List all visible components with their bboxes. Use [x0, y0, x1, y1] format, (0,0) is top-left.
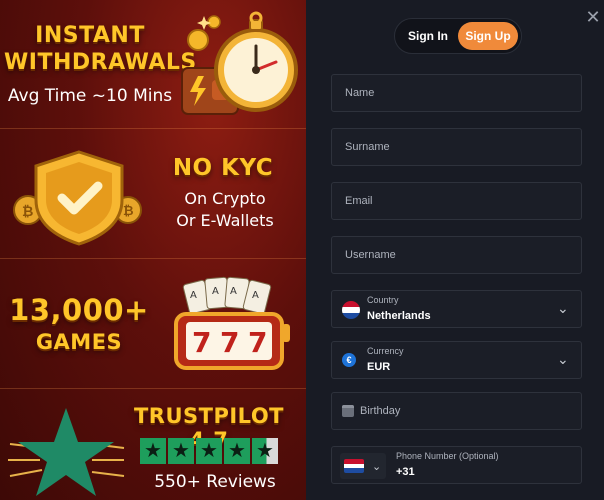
- name-input[interactable]: Name: [331, 74, 582, 112]
- euro-icon: €: [342, 353, 356, 367]
- svg-text:A: A: [230, 286, 237, 297]
- games-count: 13,000+: [9, 293, 149, 327]
- promo-divider: [0, 128, 306, 129]
- no-kyc-subtitle-line-2: Or E-Wallets: [176, 211, 274, 230]
- star-icon: ★: [196, 438, 222, 464]
- phone-prefix-value: +31: [396, 466, 415, 478]
- username-input[interactable]: Username: [331, 236, 582, 274]
- star-icon: ★: [168, 438, 194, 464]
- chevron-down-icon: ⌄: [372, 460, 382, 473]
- star-icon: ★: [224, 438, 250, 464]
- chevron-down-icon: ⌄: [557, 300, 569, 316]
- svg-text:₿: ₿: [22, 204, 33, 220]
- country-value: Netherlands: [367, 310, 431, 322]
- sign-in-tab[interactable]: Sign In: [398, 22, 458, 50]
- svg-text:₿: ₿: [123, 204, 134, 219]
- phone-country-select[interactable]: ⌄: [340, 453, 386, 479]
- netherlands-flag-icon: [344, 459, 364, 473]
- netherlands-flag-icon: [342, 301, 360, 319]
- svg-text:7: 7: [220, 326, 239, 359]
- birthday-placeholder: Birthday: [360, 405, 401, 417]
- title-line-1: INSTANT: [35, 23, 145, 48]
- games-label: GAMES: [35, 330, 123, 354]
- surname-placeholder: Surname: [345, 141, 390, 153]
- stopwatch-wallet-icon: [181, 11, 298, 115]
- svg-text:7: 7: [248, 326, 267, 359]
- avg-time-text: Avg Time ~10 Mins: [7, 86, 173, 106]
- calendar-icon: [342, 405, 354, 417]
- no-kyc-subtitle: On Crypto Or E-Wallets: [158, 188, 292, 232]
- trustpilot-star-icon: [8, 408, 125, 496]
- promo-divider: [0, 388, 306, 389]
- username-placeholder: Username: [345, 249, 396, 261]
- country-select[interactable]: Country Netherlands ⌄: [331, 290, 582, 328]
- slot-machine-icon: A A A A 7 7 7: [174, 276, 290, 370]
- currency-value: EUR: [367, 361, 391, 373]
- svg-text:7: 7: [192, 326, 211, 359]
- surname-input[interactable]: Surname: [331, 128, 582, 166]
- trustpilot-rating-stars: ★ ★ ★ ★ ★: [140, 438, 278, 464]
- signup-form-panel: ✕ Sign In Sign Up Name Surname Email Use…: [306, 0, 604, 500]
- shield-check-icon: ₿ ₿: [13, 150, 142, 246]
- svg-text:A: A: [212, 286, 219, 297]
- name-placeholder: Name: [345, 87, 375, 99]
- close-icon[interactable]: ✕: [584, 8, 602, 26]
- currency-select[interactable]: € Currency EUR ⌄: [331, 341, 582, 379]
- country-label: Country: [367, 295, 399, 305]
- reviews-count: 550+ Reviews: [154, 472, 276, 492]
- chevron-down-icon: ⌄: [557, 351, 569, 367]
- email-input[interactable]: Email: [331, 182, 582, 220]
- svg-text:A: A: [190, 290, 197, 301]
- no-kyc-subtitle-line-1: On Crypto: [184, 189, 266, 208]
- auth-toggle: Sign In Sign Up: [394, 18, 522, 54]
- phone-label: Phone Number (Optional): [396, 451, 499, 461]
- email-placeholder: Email: [345, 195, 373, 207]
- promo-divider: [0, 258, 306, 259]
- title-line-2: WITHDRAWALS: [4, 50, 197, 75]
- promo-panel: INSTANT WITHDRAWALS Avg Time ~10 Mins ₿: [0, 0, 306, 500]
- instant-withdrawals-title: INSTANT WITHDRAWALS: [4, 22, 197, 76]
- star-icon: ★: [140, 438, 166, 464]
- currency-label: Currency: [367, 346, 404, 356]
- svg-text:A: A: [252, 290, 259, 301]
- sign-up-tab[interactable]: Sign Up: [458, 22, 518, 50]
- phone-number-input[interactable]: ⌄ Phone Number (Optional) +31: [331, 446, 582, 484]
- birthday-input[interactable]: Birthday: [331, 392, 582, 430]
- half-star-icon: ★: [252, 438, 278, 464]
- no-kyc-title: NO KYC: [172, 155, 274, 181]
